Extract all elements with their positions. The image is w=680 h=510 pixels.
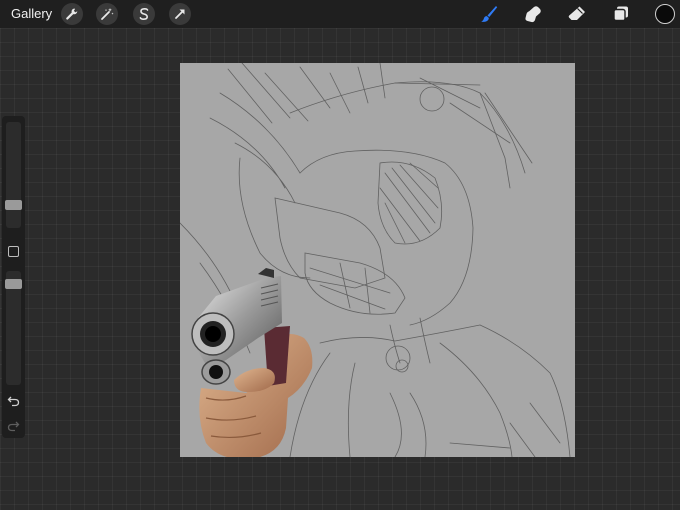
magic-wand-icon[interactable]	[96, 3, 118, 25]
brush-size-slider[interactable]	[5, 122, 22, 228]
brush-size-thumb[interactable]	[5, 200, 22, 210]
transform-arrow-icon[interactable]	[169, 3, 191, 25]
wrench-icon[interactable]	[61, 3, 83, 25]
redo-icon[interactable]	[6, 418, 21, 433]
selection-s-icon[interactable]	[133, 3, 155, 25]
layers-icon[interactable]	[610, 3, 632, 25]
opacity-slider[interactable]	[5, 271, 22, 385]
eraser-icon[interactable]	[566, 3, 588, 25]
pistol-in-hand-image	[191, 268, 313, 457]
color-swatch[interactable]	[655, 4, 675, 24]
modify-button[interactable]	[8, 246, 19, 257]
top-toolbar: Gallery	[0, 0, 680, 28]
left-sidebar	[2, 116, 25, 438]
undo-icon[interactable]	[6, 393, 21, 408]
drawing-canvas[interactable]	[180, 63, 575, 457]
gallery-button[interactable]: Gallery	[11, 6, 52, 21]
brush-icon[interactable]	[478, 3, 500, 25]
smudge-icon[interactable]	[522, 3, 544, 25]
opacity-thumb[interactable]	[5, 279, 22, 289]
